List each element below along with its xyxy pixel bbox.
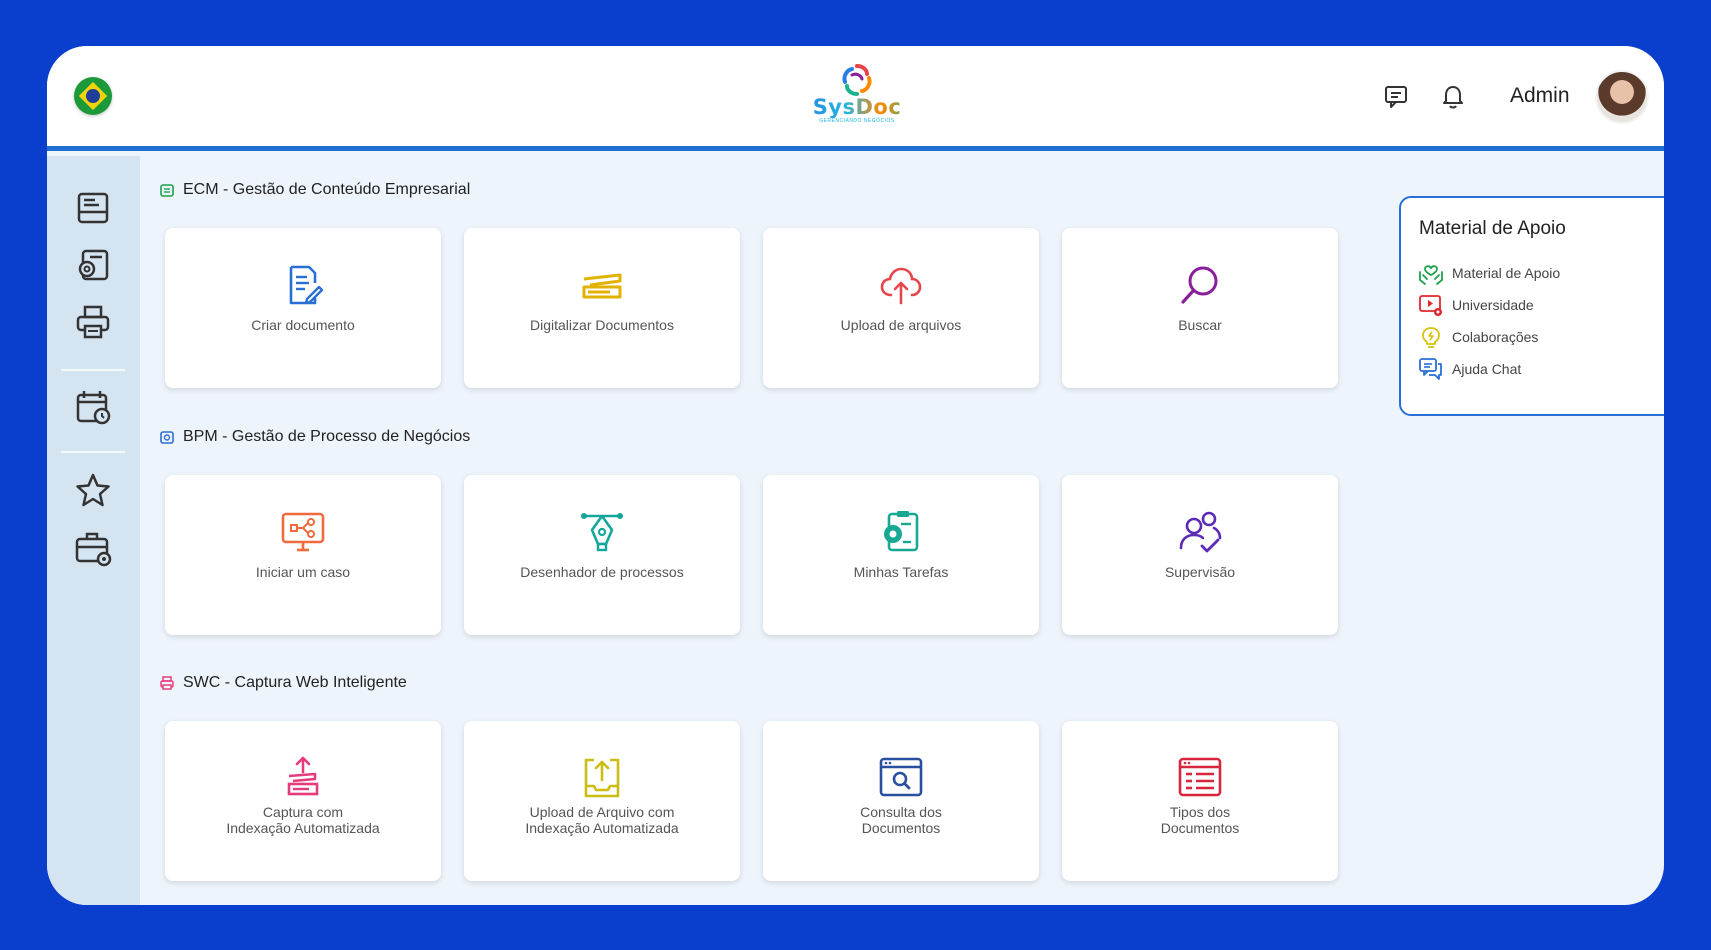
brazil-flag-icon[interactable] (74, 77, 112, 115)
hands-heart-icon (1419, 265, 1443, 285)
lightbulb-icon (1422, 327, 1440, 348)
users-check-icon (1179, 511, 1222, 553)
card-tipos-dos-documentos[interactable]: Tipos dos Documentos (1062, 721, 1338, 881)
briefcase-gear-icon[interactable] (73, 528, 113, 568)
sidebar (47, 156, 140, 905)
card-captura-com-indexacao[interactable]: Captura com Indexação Automatizada (165, 721, 441, 881)
top-header: SysDoc GERENCIANDO NEGÓCIOS Admin (47, 46, 1664, 151)
card-iniciar-um-caso[interactable]: Iniciar um caso (165, 475, 441, 635)
card-label: Desenhador de processos (520, 564, 684, 580)
printer-icon[interactable] (73, 302, 113, 342)
card-label: Digitalizar Documentos (530, 317, 674, 333)
section-title-swc: SWC - Captura Web Inteligente (159, 674, 407, 692)
chat-icon[interactable] (1382, 82, 1410, 110)
capture-upload-icon (287, 756, 319, 796)
ecm-section-icon (160, 184, 174, 197)
app-window: SysDoc GERENCIANDO NEGÓCIOS Admin ECM - … (47, 46, 1664, 905)
inbox-icon[interactable] (73, 188, 113, 228)
settings-document-icon[interactable] (73, 245, 113, 285)
card-label: Buscar (1178, 317, 1222, 333)
panel-title: Material de Apoio (1419, 218, 1566, 239)
cloud-upload-icon (880, 267, 922, 305)
card-digitalizar-documentos[interactable]: Digitalizar Documentos (464, 228, 740, 388)
scanner-icon (582, 273, 622, 299)
clipboard-gear-icon (884, 511, 919, 552)
card-label: Upload de arquivos (840, 317, 962, 333)
edit-document-icon (289, 265, 324, 305)
card-label: Supervisão (1164, 564, 1236, 580)
avatar[interactable] (1595, 70, 1649, 124)
video-gear-icon (1419, 295, 1442, 316)
star-icon[interactable] (73, 471, 113, 511)
list-window-icon (1178, 757, 1222, 797)
card-upload-arquivo-indexacao[interactable]: Upload de Arquivo com Indexação Automati… (464, 721, 740, 881)
apoio-item-label: Material de Apoio (1452, 265, 1561, 281)
section-title-text: BPM - Gestão de Processo de Negócios (183, 428, 471, 445)
apoio-item-label: Universidade (1452, 297, 1534, 313)
chat-bubbles-icon (1419, 358, 1442, 380)
card-criar-documento[interactable]: Criar documento (165, 228, 441, 388)
card-upload-de-arquivos[interactable]: Upload de arquivos (763, 228, 1039, 388)
swc-section-icon (160, 676, 174, 690)
section-title-text: SWC - Captura Web Inteligente (183, 674, 407, 691)
bell-icon[interactable] (1439, 82, 1467, 110)
material-de-apoio-panel: Material de Apoio Material de Apoio Univ… (1399, 196, 1664, 416)
card-supervisao[interactable]: Supervisão (1062, 475, 1338, 635)
user-name[interactable]: Admin (1510, 84, 1570, 108)
calendar-clock-icon[interactable] (73, 387, 113, 427)
card-desenhador-de-processos[interactable]: Desenhador de processos (464, 475, 740, 635)
section-title-ecm: ECM - Gestão de Conteúdo Empresarial (159, 181, 470, 199)
apoio-item-material[interactable]: Material de Apoio (1418, 260, 1560, 286)
apoio-item-universidade[interactable]: Universidade (1418, 292, 1534, 318)
sidebar-divider (61, 451, 125, 453)
apoio-item-colaboracoes[interactable]: Colaborações (1418, 324, 1538, 350)
bpm-section-icon (160, 431, 174, 444)
section-title-text: ECM - Gestão de Conteúdo Empresarial (183, 181, 471, 198)
search-icon (1181, 266, 1218, 304)
card-label: Minhas Tarefas (853, 564, 949, 580)
card-buscar[interactable]: Buscar (1062, 228, 1338, 388)
brand-name: SysDoc (797, 96, 917, 118)
card-label: Consulta dos Documentos (860, 804, 942, 836)
tray-upload-icon (584, 758, 620, 798)
sidebar-divider (61, 369, 125, 371)
sysdoc-logo-mark-icon (842, 64, 872, 96)
card-minhas-tarefas[interactable]: Minhas Tarefas (763, 475, 1039, 635)
apoio-item-ajuda-chat[interactable]: Ajuda Chat (1418, 356, 1521, 382)
card-label: Upload de Arquivo com Indexação Automati… (525, 804, 679, 836)
card-label: Iniciar um caso (255, 564, 351, 580)
card-consulta-dos-documentos[interactable]: Consulta dos Documentos (763, 721, 1039, 881)
pen-tool-icon (581, 513, 623, 552)
sysdoc-logo[interactable]: SysDoc GERENCIANDO NEGÓCIOS (797, 62, 917, 142)
card-label: Tipos dos Documentos (1160, 804, 1240, 836)
browser-search-icon (879, 757, 923, 797)
apoio-item-label: Ajuda Chat (1452, 361, 1522, 377)
section-title-bpm: BPM - Gestão de Processo de Negócios (159, 428, 470, 446)
card-label: Criar documento (251, 317, 355, 333)
card-label: Captura com Indexação Automatizada (226, 804, 380, 836)
apoio-item-label: Colaborações (1452, 329, 1539, 345)
monitor-workflow-icon (281, 512, 325, 552)
